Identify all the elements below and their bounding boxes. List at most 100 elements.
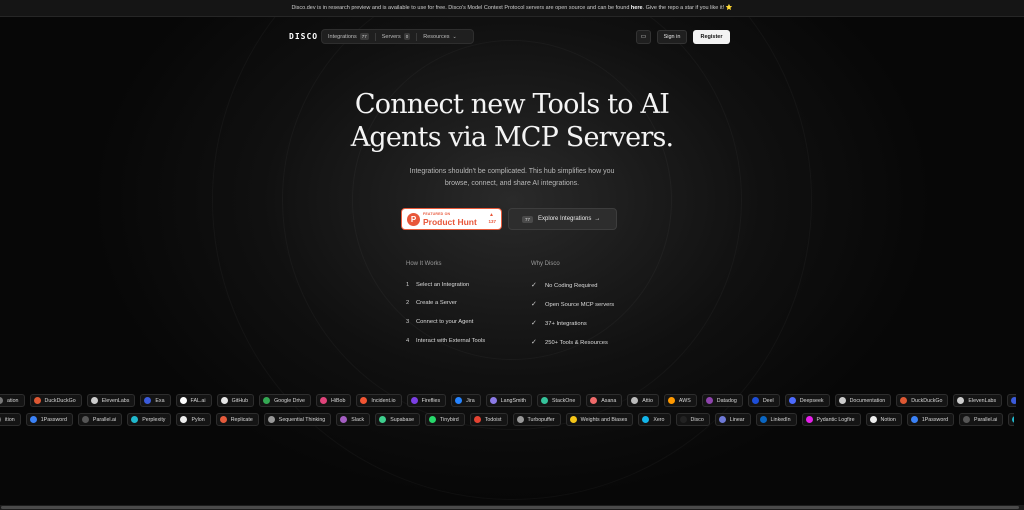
integration-logo-icon xyxy=(788,397,796,404)
integration-chip[interactable]: Incident.io xyxy=(356,394,402,407)
integration-chip-label: AWS xyxy=(678,397,691,404)
integration-chip-label: Fireflies xyxy=(421,397,441,404)
why-text: No Coding Required xyxy=(545,283,598,289)
integration-chip-label: Documentation xyxy=(849,397,886,404)
integration-chip[interactable]: Todoist xyxy=(469,413,508,426)
integration-chip[interactable]: Exa xyxy=(140,394,171,407)
sign-in-button[interactable]: Sign in xyxy=(657,30,687,44)
integration-chip[interactable]: Pydantic Logfire xyxy=(801,413,861,426)
integration-chip-label: 1Password xyxy=(921,416,949,423)
integrations-count-badge: 77 xyxy=(359,33,369,40)
integration-chip-label: Asana xyxy=(601,397,617,404)
integration-chip[interactable]: DuckDuckGo xyxy=(29,394,82,407)
integration-logo-icon xyxy=(541,397,548,404)
integration-chip-label: DuckDuckGo xyxy=(911,397,943,404)
integration-chip[interactable]: Attio xyxy=(627,394,659,407)
step-item: 4 Interact with External Tools xyxy=(406,338,485,344)
nav-resources[interactable]: Resources ⌄ xyxy=(417,30,463,43)
integration-chip[interactable]: ation xyxy=(0,394,25,407)
step-text: Create a Server xyxy=(416,300,457,306)
integration-chip[interactable]: StackOne xyxy=(537,394,582,407)
integration-chip-label: Attio xyxy=(642,397,653,404)
register-button[interactable]: Register xyxy=(693,30,730,44)
integration-chip-label: Todoist xyxy=(484,416,502,423)
explore-integrations-button[interactable]: 77 Explore Integrations → xyxy=(508,208,617,230)
step-number: 1 xyxy=(406,282,410,288)
nav-integrations-label: Integrations xyxy=(328,33,357,40)
integration-chip[interactable]: Documentation xyxy=(834,394,892,407)
integration-chip[interactable]: Asana xyxy=(586,394,623,407)
integration-chip[interactable]: Replicate xyxy=(215,413,259,426)
integration-chip-label: Datadog xyxy=(716,397,737,404)
integration-logo-icon xyxy=(590,397,598,404)
integration-chip[interactable]: Datadog xyxy=(701,394,743,407)
integration-chip[interactable] xyxy=(1008,413,1014,426)
hero-subtitle-line-2: browse, connect, and share AI integratio… xyxy=(444,180,580,187)
integration-logo-icon xyxy=(267,416,275,423)
product-hunt-name: Product Hunt xyxy=(423,217,477,227)
integration-chip-label: Deel xyxy=(762,397,774,404)
integration-chip[interactable]: Ex xyxy=(1007,394,1016,407)
integration-chip[interactable]: Parallel.ai xyxy=(77,413,123,426)
scrollbar-thumb[interactable] xyxy=(1,506,1019,509)
product-hunt-badge[interactable]: P FEATURED ON Product Hunt ▲ 137 xyxy=(401,208,502,230)
chevron-down-icon: ⌄ xyxy=(452,33,457,40)
integration-chip[interactable]: LangSmith xyxy=(485,394,532,407)
integration-logo-icon xyxy=(0,397,3,404)
check-icon: ✓ xyxy=(531,339,537,346)
integration-logo-icon xyxy=(705,397,713,404)
announcement-link[interactable]: here xyxy=(631,5,643,11)
horizontal-scrollbar[interactable] xyxy=(0,505,1024,510)
arrow-right-icon: → xyxy=(594,216,601,222)
integration-chip[interactable]: Jira xyxy=(451,394,481,407)
integration-chip[interactable]: Tinybird xyxy=(425,413,465,426)
integration-chip[interactable]: GitHub xyxy=(216,394,255,407)
integration-chip-label: Replicate xyxy=(230,416,253,423)
integration-chip-label: Slack xyxy=(351,416,365,423)
integrations-marquee-row-1: ation DuckDuckGo ElevenLabs Exa FAL.ai GitHub… xyxy=(0,394,1016,408)
integration-chip[interactable]: Linear xyxy=(714,413,751,426)
integration-chip-label: LinkedIn xyxy=(770,416,791,423)
integration-logo-icon xyxy=(33,397,41,404)
monitor-icon[interactable]: ▭ xyxy=(636,30,651,44)
integration-chip[interactable]: Fireflies xyxy=(406,394,447,407)
announcement-text-before: Disco.dev is in research preview and is … xyxy=(291,5,631,11)
integration-chip[interactable]: HiBob xyxy=(315,394,352,407)
why-item: ✓ 37+ Integrations xyxy=(531,319,587,327)
integration-chip[interactable]: Supabase xyxy=(375,413,421,426)
integration-logo-icon xyxy=(455,397,463,404)
integration-chip[interactable]: Parallel.ai xyxy=(959,413,1004,426)
integration-chip[interactable]: Notion xyxy=(865,413,902,426)
integration-chip[interactable]: Pylon xyxy=(176,413,211,426)
integration-logo-icon xyxy=(910,416,918,423)
integration-chip[interactable]: FAL.ai xyxy=(175,394,212,407)
integration-chip-label: Supabase xyxy=(390,416,415,423)
step-text: Interact with External Tools xyxy=(416,338,486,344)
integration-chip[interactable]: Perplexity xyxy=(127,413,172,426)
integration-chip[interactable]: Google Drive xyxy=(259,394,311,407)
integration-chip[interactable]: LinkedIn xyxy=(755,413,797,426)
integration-chip[interactable]: Xero xyxy=(638,413,671,426)
hero-title-line-1: Connect new Tools to AI xyxy=(354,89,670,120)
integration-chip[interactable]: ElevenLabs xyxy=(953,394,1003,407)
integration-chip[interactable]: Deel xyxy=(747,394,780,407)
nav-servers[interactable]: Servers 0 xyxy=(376,30,416,43)
integration-chip[interactable]: ition xyxy=(0,413,21,426)
integration-chip[interactable]: 1Password xyxy=(906,413,955,426)
integration-chip[interactable]: AWS xyxy=(663,394,697,407)
integration-chip[interactable]: Disco xyxy=(675,413,710,426)
integration-chip[interactable]: DuckDuckGo xyxy=(896,394,949,407)
integration-chip-label: ElevenLabs xyxy=(101,397,130,404)
integration-chip[interactable]: Turbopuffer xyxy=(512,413,561,426)
disco-logo[interactable]: DISCO xyxy=(289,32,318,41)
nav-integrations[interactable]: Integrations 77 xyxy=(322,30,375,43)
integration-chip[interactable]: 1Password xyxy=(25,413,73,426)
step-number: 4 xyxy=(406,338,410,344)
integration-chip[interactable]: Weights and Biases xyxy=(565,413,634,426)
integration-chip[interactable]: Slack xyxy=(336,413,371,426)
integration-logo-icon xyxy=(379,416,387,423)
integration-chip[interactable]: ElevenLabs xyxy=(86,394,136,407)
integration-chip[interactable]: Sequential Thinking xyxy=(263,413,332,426)
integration-chip[interactable]: Deepseek xyxy=(784,394,830,407)
integration-logo-icon xyxy=(963,416,971,423)
